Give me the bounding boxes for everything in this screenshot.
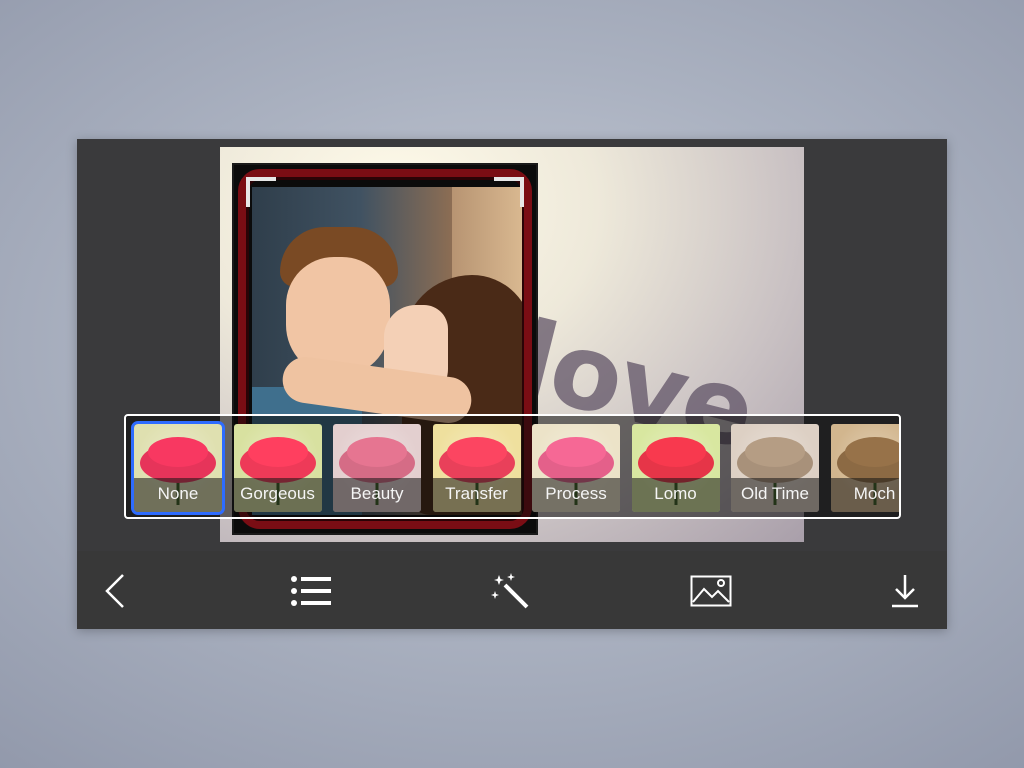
filter-label: Process <box>532 478 620 512</box>
corner-ornament-icon <box>246 177 276 207</box>
flower-icon <box>637 442 714 483</box>
filter-label: Moch <box>830 478 899 512</box>
filter-label: Gorgeous <box>233 478 322 512</box>
filter-label: None <box>134 478 222 512</box>
image-icon <box>690 575 732 607</box>
flower-icon <box>140 442 216 483</box>
filter-picker[interactable]: None Gorgeous Beauty Transfer Process Lomo Old… <box>124 414 901 519</box>
filter-option[interactable]: Beauty <box>333 424 421 512</box>
corner-ornament-icon <box>494 177 524 207</box>
download-icon <box>892 575 918 608</box>
save-button[interactable] <box>883 569 927 613</box>
filter-option[interactable]: Transfer <box>432 424 521 512</box>
flower-icon <box>538 442 614 483</box>
app-window: love <box>77 139 947 629</box>
filter-label: Transfer <box>432 478 521 512</box>
filter-option[interactable]: Lomo <box>631 424 720 512</box>
filter-option[interactable]: Old Time <box>731 424 819 512</box>
effects-button[interactable] <box>489 569 533 613</box>
filter-option[interactable]: Moch <box>830 424 899 512</box>
filter-option[interactable]: Gorgeous <box>233 424 322 512</box>
flower-icon <box>438 442 515 483</box>
filter-option[interactable]: None <box>131 421 225 515</box>
filter-label: Lomo <box>631 478 720 512</box>
flower-icon <box>239 442 316 483</box>
magic-wand-icon <box>491 573 529 609</box>
list-button[interactable] <box>289 569 333 613</box>
back-button[interactable] <box>93 569 137 613</box>
background-image-button[interactable] <box>689 569 733 613</box>
bottom-toolbar <box>77 551 947 629</box>
flower-icon <box>737 442 813 483</box>
list-icon <box>291 576 331 606</box>
filter-label: Beauty <box>333 478 421 512</box>
filter-option[interactable]: Process <box>532 424 620 512</box>
flower-icon <box>339 442 415 483</box>
chevron-left-icon <box>105 574 124 608</box>
filter-label: Old Time <box>731 478 819 512</box>
